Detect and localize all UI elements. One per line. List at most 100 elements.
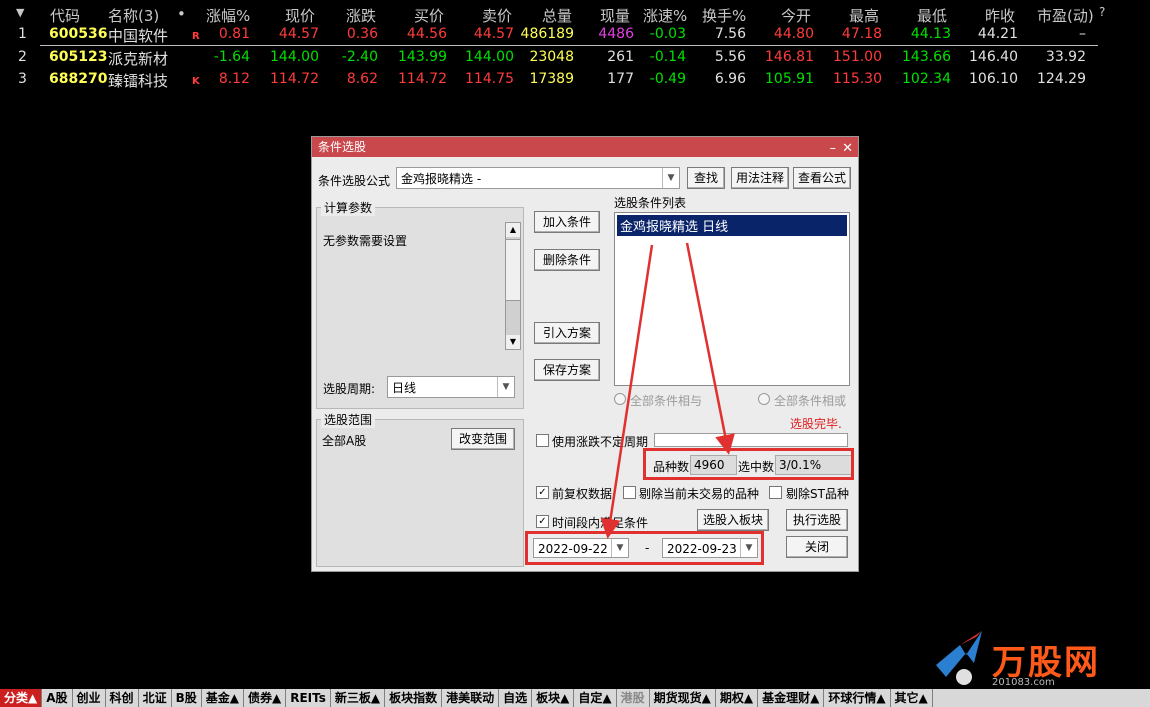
- row-index: 2: [18, 49, 27, 65]
- tab-sector[interactable]: 板块▲: [532, 689, 575, 707]
- high: 47.18: [841, 26, 882, 42]
- col-header-cur-vol[interactable]: 现量: [600, 5, 630, 26]
- logo-arrow-icon: [936, 631, 982, 685]
- arrow-to-counts: [685, 242, 735, 455]
- tab-chinext[interactable]: 创业: [73, 689, 106, 707]
- chg: -2.40: [341, 49, 378, 65]
- ask: 144.00: [465, 49, 514, 65]
- site-logo: 万股网 201083.com: [930, 625, 1130, 689]
- turnover: 5.56: [714, 49, 746, 65]
- tab-bse[interactable]: 北证: [139, 689, 172, 707]
- col-header-speed[interactable]: 涨速%: [643, 5, 687, 26]
- tab-b-share[interactable]: B股: [172, 689, 202, 707]
- price: 114.72: [270, 71, 319, 87]
- low: 102.34: [902, 71, 951, 87]
- header-separator: [40, 45, 1098, 46]
- high: 115.30: [833, 71, 882, 87]
- chg-pct: -1.64: [213, 49, 250, 65]
- annotation-arrows: [600, 242, 735, 539]
- chg: 0.36: [346, 26, 378, 42]
- col-header-ask[interactable]: 卖价: [482, 5, 512, 26]
- chg-pct: 8.12: [218, 71, 250, 87]
- tab-custom[interactable]: 自定▲: [574, 689, 617, 707]
- prev-close: 106.10: [969, 71, 1018, 87]
- col-header-code[interactable]: 代码: [50, 5, 80, 26]
- price: 144.00: [270, 49, 319, 65]
- volume: 23048: [529, 49, 574, 65]
- turnover: 7.56: [714, 26, 746, 42]
- pe: 33.92: [1045, 49, 1086, 65]
- col-header-name[interactable]: 名称(3): [108, 5, 159, 26]
- speed: -0.03: [649, 26, 686, 42]
- tab-fund[interactable]: 基金▲: [202, 689, 244, 707]
- tab-reits[interactable]: REITs: [286, 689, 331, 707]
- stock-name[interactable]: 臻镭科技: [108, 70, 168, 91]
- tab-category[interactable]: 分类▲: [0, 689, 43, 707]
- price: 44.57: [278, 26, 319, 42]
- row-index: 3: [18, 71, 27, 87]
- tab-futures[interactable]: 期货现货▲: [650, 689, 716, 707]
- prev-close: 44.21: [977, 26, 1018, 42]
- bid: 143.99: [398, 49, 447, 65]
- tab-fund-finance[interactable]: 基金理财▲: [758, 689, 825, 707]
- open: 146.81: [765, 49, 814, 65]
- high: 151.00: [833, 49, 882, 65]
- stock-table: ▼ 代码 名称(3) • 涨幅% 现价 涨跌 买价 卖价 总量 现量 涨速% 换…: [0, 0, 1150, 110]
- tab-options[interactable]: 期权▲: [716, 689, 759, 707]
- pe: 124.29: [1037, 71, 1086, 87]
- stock-code[interactable]: 605123: [49, 49, 107, 65]
- speed: -0.49: [649, 71, 686, 87]
- stock-name[interactable]: 派克新材: [108, 48, 168, 69]
- low: 44.13: [910, 26, 951, 42]
- bid: 44.56: [406, 26, 447, 42]
- arrow-to-dates: [600, 244, 654, 539]
- col-header-turnover[interactable]: 换手%: [702, 5, 746, 26]
- turnover: 6.96: [714, 71, 746, 87]
- open: 44.80: [773, 26, 814, 42]
- tab-other[interactable]: 其它▲: [891, 689, 933, 707]
- col-header-low[interactable]: 最低: [917, 5, 947, 26]
- tab-hk-stock[interactable]: 港股: [617, 689, 650, 707]
- cur-vol: 4486: [598, 26, 634, 42]
- col-header-prev-close[interactable]: 昨收: [985, 5, 1015, 26]
- tab-global[interactable]: 环球行情▲: [824, 689, 891, 707]
- cur-vol: 261: [607, 49, 634, 65]
- col-header-pe[interactable]: 市盈(动): [1037, 5, 1094, 26]
- volume: 486189: [520, 26, 574, 42]
- stock-code[interactable]: 600536: [49, 26, 107, 42]
- col-header-dot: •: [177, 5, 186, 23]
- col-header-open[interactable]: 今开: [781, 5, 811, 26]
- col-header-high[interactable]: 最高: [849, 5, 879, 26]
- volume: 17389: [529, 71, 574, 87]
- tab-a-share[interactable]: A股: [42, 689, 73, 707]
- stock-mark: K: [192, 76, 200, 87]
- stock-code[interactable]: 688270: [49, 71, 107, 87]
- stock-mark: R: [192, 31, 200, 42]
- col-header-price[interactable]: 现价: [285, 5, 315, 26]
- row-index: 1: [18, 26, 27, 42]
- col-header-bid[interactable]: 买价: [414, 5, 444, 26]
- tab-watchlist[interactable]: 自选: [499, 689, 533, 707]
- col-header-volume[interactable]: 总量: [542, 5, 572, 26]
- bid: 114.72: [398, 71, 447, 87]
- tab-hk-us-link[interactable]: 港美联动: [442, 689, 500, 707]
- chg-pct: 0.81: [218, 26, 250, 42]
- chg: 8.62: [346, 71, 378, 87]
- bottom-tab-bar: 分类▲ A股 创业 科创 北证 B股 基金▲ 债券▲ REITs 新三板▲ 板块…: [0, 689, 1150, 707]
- tab-neeq[interactable]: 新三板▲: [331, 689, 386, 707]
- col-header-help[interactable]: ?: [1099, 5, 1105, 19]
- tab-sector-index[interactable]: 板块指数: [385, 689, 443, 707]
- ask: 114.75: [465, 71, 514, 87]
- col-header-chg[interactable]: 涨跌: [346, 5, 376, 26]
- prev-close: 146.40: [969, 49, 1018, 65]
- tab-bond[interactable]: 债券▲: [244, 689, 287, 707]
- sort-menu-icon[interactable]: ▼: [16, 6, 24, 19]
- logo-url: 201083.com: [992, 677, 1055, 688]
- stock-screener-dialog: 条件选股 – ✕ 条件选股公式 金鸡报晓精选 - ▼ 查找 用法注释 查看公式 …: [311, 136, 859, 572]
- tab-star[interactable]: 科创: [106, 689, 139, 707]
- ask: 44.57: [473, 26, 514, 42]
- stock-name[interactable]: 中国软件: [108, 25, 168, 46]
- cur-vol: 177: [607, 71, 634, 87]
- low: 143.66: [902, 49, 951, 65]
- col-header-chg-pct[interactable]: 涨幅%: [206, 5, 250, 26]
